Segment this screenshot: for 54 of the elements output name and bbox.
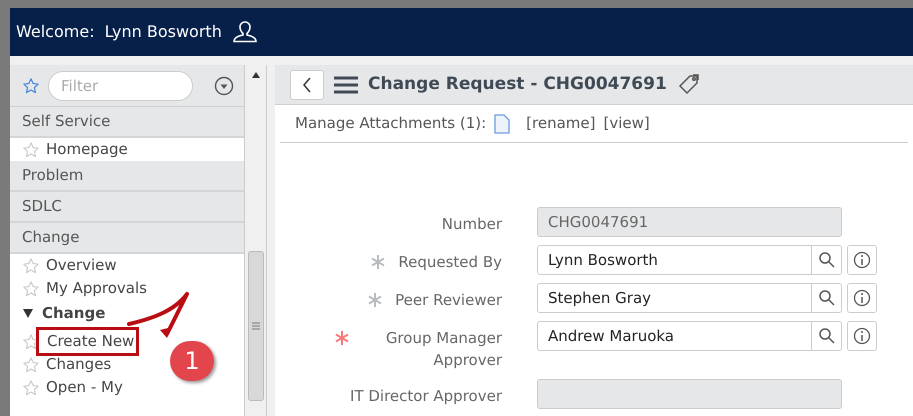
expanded-triangle-icon[interactable] <box>22 307 34 319</box>
field-label: Number <box>442 214 502 235</box>
field-label: Peer Reviewer <box>395 290 502 311</box>
attachments-label: Manage Attachments (1): <box>295 113 486 134</box>
info-button[interactable] <box>847 283 877 313</box>
step-number-badge: 1 <box>170 341 214 381</box>
sidebar-section[interactable]: Change <box>10 223 244 254</box>
tags-icon[interactable] <box>676 72 701 96</box>
search-icon[interactable] <box>818 251 836 269</box>
dropdown-circle-icon[interactable] <box>214 76 234 96</box>
rename-link[interactable]: [rename] <box>526 112 596 135</box>
scrollbar[interactable] <box>245 65 267 416</box>
search-icon[interactable] <box>818 289 836 307</box>
view-link[interactable]: [view] <box>603 112 650 135</box>
search-icon[interactable] <box>818 327 836 345</box>
scrollbar-thumb[interactable] <box>248 251 264 401</box>
info-icon[interactable] <box>853 289 871 307</box>
document-icon[interactable] <box>494 114 510 134</box>
menu-icon[interactable] <box>334 76 358 94</box>
user-name[interactable]: Lynn Bosworth <box>104 20 222 44</box>
readonly-field: CHG0047691 <box>537 207 842 237</box>
info-button[interactable] <box>847 245 877 275</box>
favorites-star-icon[interactable] <box>22 76 40 94</box>
sidebar-item[interactable]: My Approvals <box>46 277 147 300</box>
info-button[interactable] <box>847 321 877 351</box>
scroll-up-icon[interactable] <box>251 71 261 79</box>
user-icon[interactable] <box>232 20 258 44</box>
star-icon[interactable] <box>22 356 40 374</box>
star-icon[interactable] <box>22 140 40 158</box>
reference-field[interactable]: Lynn Bosworth <box>537 245 842 275</box>
sidebar-section[interactable]: Problem <box>10 161 244 192</box>
form-title: Change Request - CHG0047691 <box>368 72 667 96</box>
sidebar-group[interactable]: Change <box>42 302 106 324</box>
sidebar-item[interactable]: Homepage <box>46 138 128 161</box>
sidebar-section[interactable]: Self Service <box>10 107 244 138</box>
field-label: IT Director Approver <box>350 386 502 407</box>
sidebar-section[interactable]: SDLC <box>10 192 244 223</box>
reference-field[interactable]: Stephen Gray <box>537 283 842 313</box>
field-label: Requested By <box>398 252 502 273</box>
info-icon[interactable] <box>853 251 871 269</box>
star-icon[interactable] <box>22 378 40 396</box>
chevron-left-icon[interactable] <box>302 76 312 92</box>
back-button[interactable] <box>290 70 324 100</box>
star-icon[interactable] <box>22 256 40 274</box>
annotation-highlight-box[interactable]: Create New <box>36 327 140 356</box>
field-label: Group Manager Approver <box>384 328 502 371</box>
welcome-text: Welcome: <box>16 21 95 43</box>
reference-field[interactable]: Andrew Maruoka <box>537 321 842 351</box>
sidebar-item[interactable]: Open - My <box>46 376 123 399</box>
filter-field[interactable]: Filter <box>48 70 193 100</box>
star-icon[interactable] <box>22 280 40 298</box>
info-icon[interactable] <box>853 327 871 345</box>
sidebar-item[interactable]: Changes <box>46 353 112 376</box>
sidebar-item[interactable]: Overview <box>46 254 117 277</box>
